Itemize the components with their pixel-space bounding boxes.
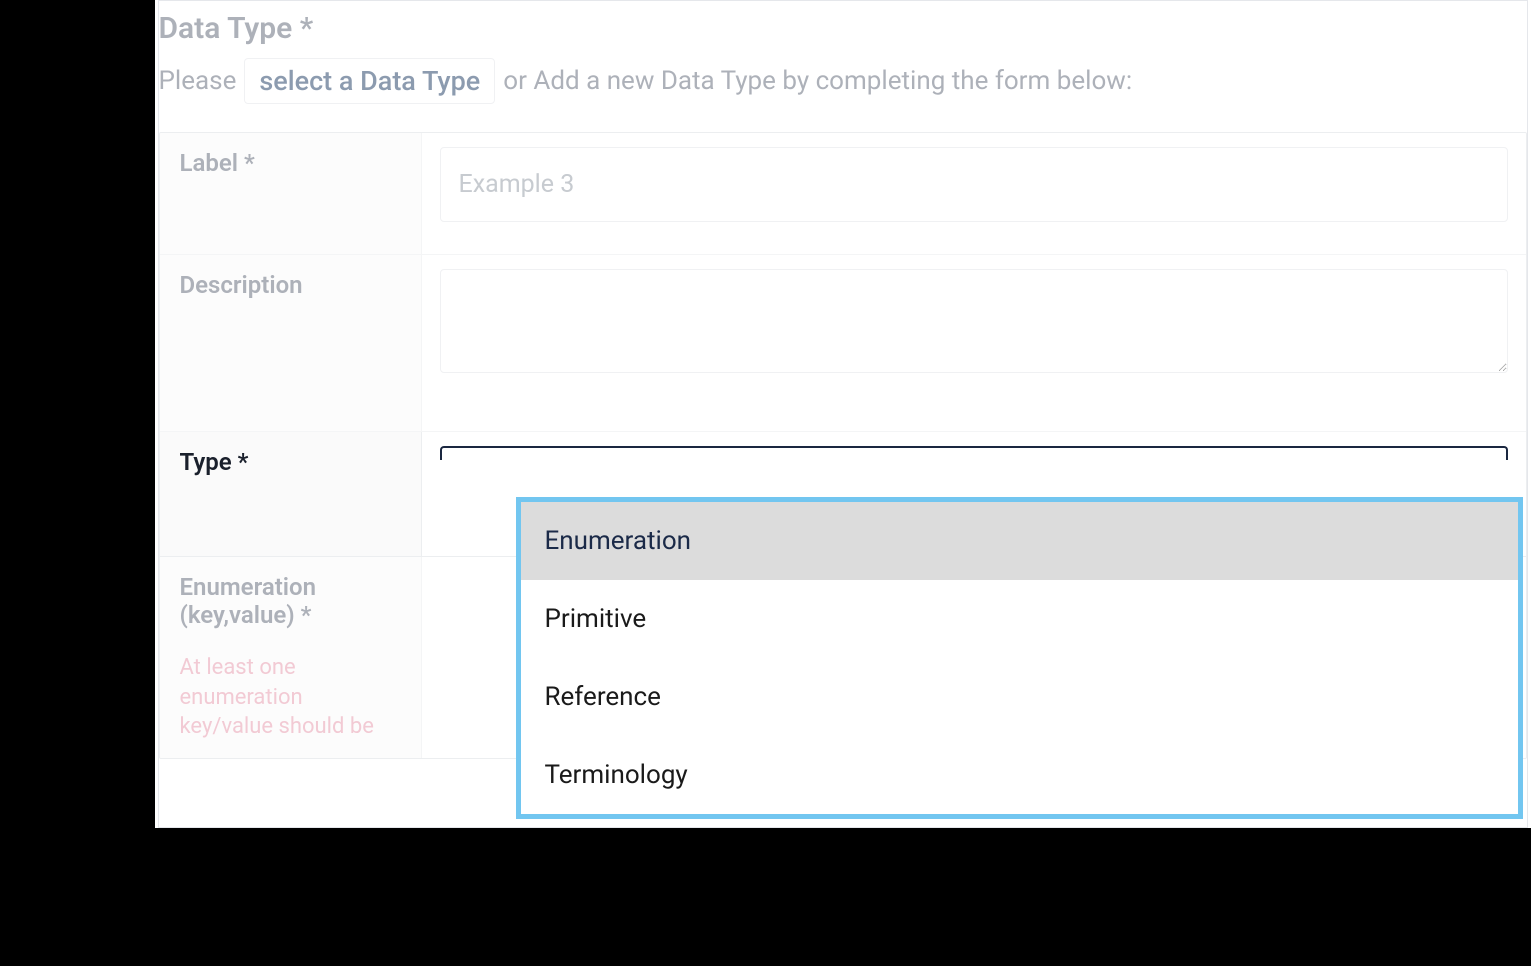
enumeration-hint: At least one enumeration key/value shoul…: [180, 653, 401, 742]
dropdown-option-enumeration[interactable]: Enumeration: [521, 502, 1518, 580]
input-cell-description: [422, 255, 1526, 431]
row-label: Label *: [160, 133, 1526, 255]
select-data-type-button[interactable]: select a Data Type: [244, 58, 495, 104]
label-cell-enumeration: Enumeration (key,value) * At least one e…: [160, 557, 422, 758]
type-select-box[interactable]: [440, 446, 1508, 460]
label-text: Label *: [180, 149, 401, 177]
description-label-text: Description: [180, 271, 401, 299]
dropdown-option-primitive[interactable]: Primitive: [521, 580, 1518, 658]
label-input[interactable]: [440, 147, 1508, 222]
row-description: Description: [160, 255, 1526, 432]
label-cell-description: Description: [160, 255, 422, 431]
type-label-text: Type *: [180, 448, 401, 476]
enumeration-label-text: Enumeration (key,value) *: [180, 573, 401, 629]
section-header: Data Type * Please select a Data Type or…: [159, 9, 1527, 104]
type-select[interactable]: [440, 446, 1508, 460]
label-cell-label: Label *: [160, 133, 422, 254]
label-cell-type: Type *: [160, 432, 422, 556]
dropdown-option-reference[interactable]: Reference: [521, 658, 1518, 736]
intro-after: or Add a new Data Type by completing the…: [503, 66, 1132, 96]
intro-please: Please: [159, 66, 237, 96]
intro-line: Please select a Data Type or Add a new D…: [159, 58, 1527, 104]
section-title: Data Type *: [159, 9, 1527, 46]
type-dropdown-list: Enumeration Primitive Reference Terminol…: [521, 502, 1518, 814]
dropdown-option-terminology[interactable]: Terminology: [521, 736, 1518, 814]
type-dropdown[interactable]: Enumeration Primitive Reference Terminol…: [516, 497, 1523, 819]
input-cell-label: [422, 133, 1526, 254]
description-textarea[interactable]: [440, 269, 1508, 373]
